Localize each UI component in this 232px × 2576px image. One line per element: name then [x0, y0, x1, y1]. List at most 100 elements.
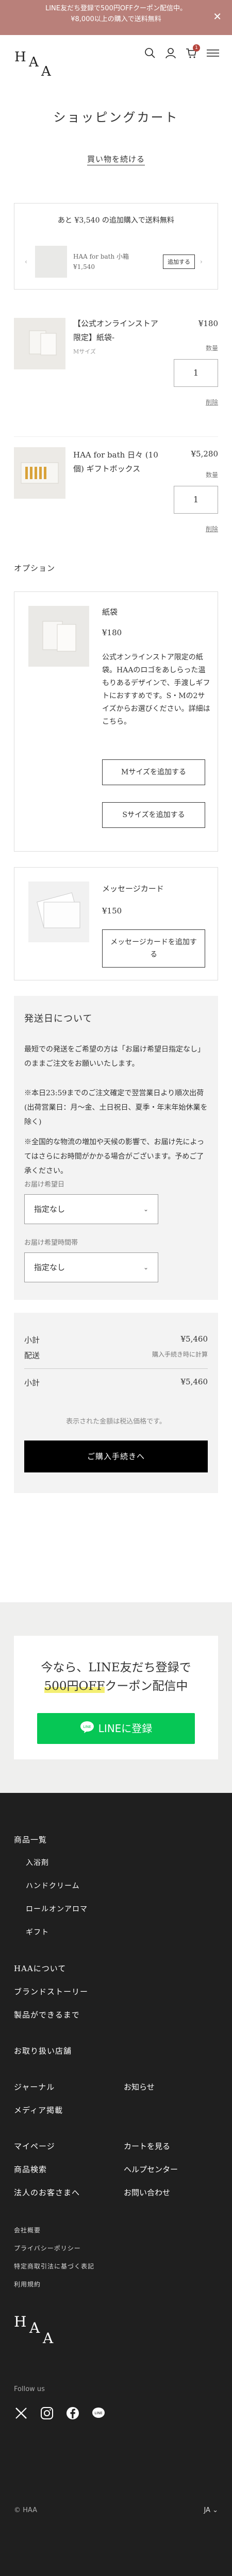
delivery-date-label: お届け希望日	[24, 1181, 65, 1189]
site-logo[interactable]: H A A	[14, 49, 61, 80]
line-card: 今なら、LINE友だち登録で 500円OFFクーポン配信中 LINE LINEに…	[14, 1636, 218, 1759]
summary-divider	[24, 1368, 208, 1369]
footer-logo[interactable]: H A A	[14, 2313, 60, 2349]
menu-icon[interactable]	[206, 47, 219, 59]
add-message-card-button[interactable]: メッセージカードを追加する	[102, 929, 205, 968]
product-price: ¥5,280	[191, 449, 219, 459]
subtotal-value: ¥5,460	[180, 1334, 208, 1344]
line-icon: LINE	[80, 1714, 94, 1745]
footer-link-mypage[interactable]: マイページ	[14, 2141, 55, 2151]
cart-icon[interactable]: 1	[186, 44, 200, 59]
remove-link[interactable]: 削除	[206, 524, 218, 533]
cart-line-item: 【公式オンラインストア限定】紙袋- Mサイズ ¥180 数量 1 削除	[14, 308, 218, 436]
footer-link-company[interactable]: 会社概要	[14, 2226, 41, 2234]
product-name[interactable]: HAA for bath 日々 (10個) ギフトボックス	[73, 448, 161, 476]
footer-link-making[interactable]: 製品ができるまで	[14, 2009, 80, 2020]
delivery-text-3: ※全国的な物流の増加や天候の影響で、お届け先によってはさらにお時間がかかる場合が…	[24, 1138, 205, 1175]
upsell-add-button[interactable]: 追加する	[163, 255, 195, 269]
option-card-bag: 紙袋 ¥180 公式オンラインストア限定の紙袋。HAAのロゴをあしらった温もりあ…	[14, 591, 218, 852]
cart-line-item: HAA for bath 日々 (10個) ギフトボックス ¥5,280 数量 …	[14, 436, 218, 591]
footer-link-brand-story[interactable]: ブランドストーリー	[14, 1986, 88, 1997]
upsell-item: ‹ HAA for bath 小箱 ¥1,540 追加する ›	[25, 246, 207, 278]
option-image	[28, 882, 89, 942]
line-banner: 今なら、LINE友だち登録で 500円OFFクーポン配信中 LINE LINEに…	[0, 1602, 232, 1793]
instagram-icon[interactable]	[40, 2406, 54, 2420]
quantity-input[interactable]: 1	[174, 359, 218, 387]
footer-link-journal[interactable]: ジャーナル	[14, 2081, 55, 2092]
footer-link-privacy[interactable]: プライバシーポリシー	[14, 2244, 81, 2252]
product-price: ¥180	[198, 319, 218, 328]
footer-link-contact[interactable]: お問い合わせ	[124, 2187, 170, 2198]
footer-link-search[interactable]: 商品検索	[14, 2164, 47, 2175]
option-image	[28, 606, 89, 667]
remove-link[interactable]: 削除	[206, 398, 218, 406]
page-title: ショッピングカート	[53, 110, 179, 125]
option-price: ¥150	[102, 906, 122, 916]
footer-link-law[interactable]: 特定商取引法に基づく表記	[14, 2262, 94, 2270]
total-label: 小計	[24, 1378, 40, 1387]
footer-link-corporate[interactable]: 法人のお客さまへ	[14, 2187, 80, 2198]
site-header: H A A 1	[0, 35, 232, 89]
svg-text:LINE: LINE	[83, 1725, 91, 1729]
upsell-image	[35, 246, 67, 278]
x-icon[interactable]	[14, 2406, 28, 2420]
free-shipping-box: あと ¥3,540 の追加購入で送料無料 ‹ HAA for bath 小箱 ¥…	[14, 203, 218, 290]
continue-shopping-link[interactable]: 買い物を続ける	[0, 154, 232, 164]
quantity-label: 数量	[205, 471, 218, 479]
footer-link-terms[interactable]: 利用規約	[14, 2280, 41, 2289]
delivery-section: 発送日について 最短での発送をご希望の方は「お届け希望日指定なし」のままご注文を…	[14, 996, 218, 1300]
search-icon[interactable]	[144, 47, 156, 59]
shipping-label: 配送	[24, 1351, 40, 1360]
account-icon[interactable]	[165, 47, 176, 59]
line-text-1: 今なら、LINE友だち登録で	[41, 1661, 191, 1674]
chevron-down-icon: ⌄	[143, 1206, 148, 1213]
total-value: ¥5,460	[180, 1377, 208, 1386]
line-register-button[interactable]: LINE LINEに登録	[37, 1713, 195, 1744]
quantity-input[interactable]: 1	[174, 486, 218, 514]
delivery-title: 発送日について	[24, 1013, 93, 1024]
delivery-date-select[interactable]: 指定なし ⌄	[24, 1194, 158, 1224]
footer-link-rollon[interactable]: ロールオンアロマ	[26, 1904, 88, 1914]
delivery-time-select[interactable]: 指定なし ⌄	[24, 1252, 158, 1282]
product-image	[14, 447, 65, 499]
checkout-button[interactable]: ご購入手続きへ	[24, 1440, 208, 1472]
order-summary: 小計 ¥5,460 配送 購入手続き時に計算 小計 ¥5,460 表示された金額…	[14, 1313, 218, 1493]
delivery-text-1: 最短での発送をご希望の方は「お届け希望日指定なし」のままご注文をお願いいたします…	[24, 1045, 205, 1068]
option-price: ¥180	[102, 628, 122, 637]
facebook-icon[interactable]	[65, 2406, 80, 2420]
announcement-line-2: ¥8,000以上の購入で送料無料	[71, 15, 161, 23]
svg-text:LINE: LINE	[94, 2411, 103, 2415]
chevron-left-icon[interactable]: ‹	[25, 258, 32, 265]
chevron-down-icon: ⌄	[143, 1264, 148, 1271]
language-selector[interactable]: JA ⌄	[204, 2506, 218, 2514]
footer-link-products[interactable]: 商品一覧	[14, 1834, 47, 1845]
footer-link-stores[interactable]: お取り扱い店舗	[14, 2045, 72, 2056]
footer-link-media[interactable]: メディア掲載	[14, 2105, 63, 2115]
add-bag-s-button[interactable]: Sサイズを追加する	[102, 802, 205, 828]
footer-link-about[interactable]: HAAについて	[14, 1963, 66, 1974]
follow-us-label: Follow us	[14, 2385, 45, 2393]
product-name[interactable]: 【公式オンラインストア限定】紙袋-	[73, 317, 161, 345]
cart-page: LINE友だち登録で500円OFFクーポン配信中。 ¥8,000以上の購入で送料…	[0, 0, 232, 2576]
footer-link-cart[interactable]: カートを見る	[124, 2141, 170, 2151]
chevron-right-icon[interactable]: ›	[200, 258, 207, 265]
announcement-bar: LINE友だち登録で500円OFFクーポン配信中。 ¥8,000以上の購入で送料…	[0, 0, 232, 35]
footer-link-handcream[interactable]: ハンドクリーム	[26, 1880, 80, 1891]
footer-link-news[interactable]: お知らせ	[124, 2081, 155, 2092]
footer-link-help[interactable]: ヘルプセンター	[124, 2164, 178, 2175]
close-icon[interactable]: ✕	[213, 11, 222, 22]
header-icons: 1	[144, 44, 219, 59]
add-bag-m-button[interactable]: Mサイズを追加する	[102, 759, 205, 785]
line-icon[interactable]: LINE	[91, 2406, 106, 2420]
option-name: 紙袋	[102, 607, 118, 617]
social-links: LINE	[14, 2406, 106, 2420]
delivery-time-label: お届け希望時間帯	[24, 1239, 78, 1247]
product-image	[14, 318, 65, 369]
product-variant: Mサイズ	[73, 348, 96, 355]
upsell-price: ¥1,540	[73, 263, 95, 270]
footer-link-bath[interactable]: 入浴剤	[26, 1857, 49, 1868]
delivery-text-2: ※本日23:59までのご注文確定で翌営業日より順次出荷(出荷営業日：月〜金、土日…	[24, 1089, 208, 1126]
cart-count-badge: 1	[193, 44, 200, 52]
footer-link-gift[interactable]: ギフト	[26, 1927, 49, 1937]
upsell-name: HAA for bath 小箱	[73, 253, 129, 260]
